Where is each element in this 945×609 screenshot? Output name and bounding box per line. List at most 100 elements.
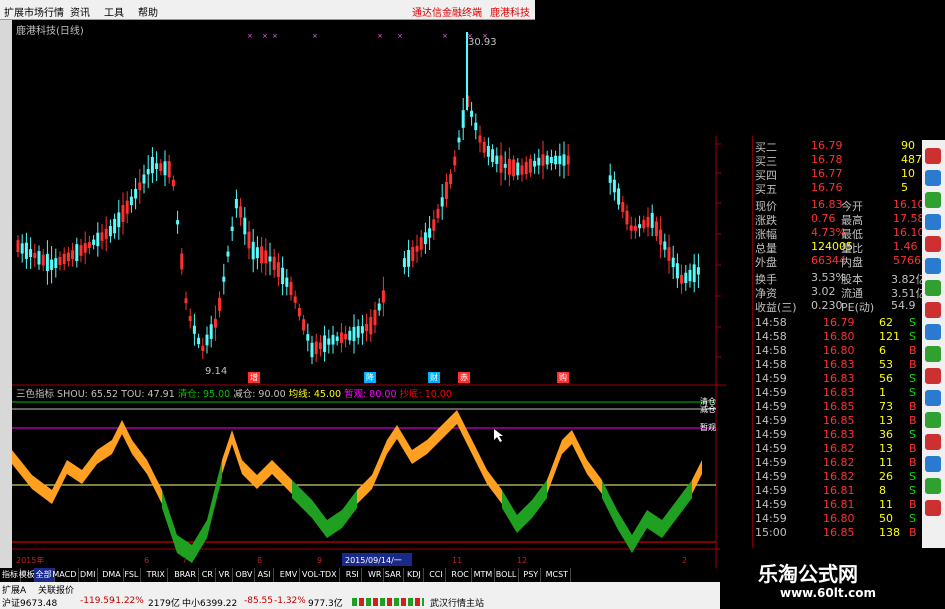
indicator-tab[interactable]: VOL-TDX [300,568,340,582]
indicator-tab[interactable]: DMA [100,568,124,582]
menu-news[interactable]: 资讯 [70,4,90,19]
candlestick [138,182,142,191]
indicator-value: 均线: 45.00 [285,389,342,400]
toolbar-button[interactable] [925,346,941,362]
candlestick [461,110,465,128]
trading-window: 扩展市场行情 资讯 工具 帮助 通达信金融终端 鹿港科技 鹿港科技(日线) 24… [0,0,945,609]
toolbar-button[interactable] [925,170,941,186]
indicator-band [532,480,547,518]
candlestick [188,316,192,321]
toolbar-button[interactable] [925,456,941,472]
event-marker[interactable]: 增 [248,372,260,383]
indicator-tab[interactable]: OBV [233,568,256,582]
candlestick [507,158,511,175]
indicator-tab[interactable]: WR [366,568,385,582]
sh-change: -119.59 [80,596,115,606]
candlestick [100,232,104,241]
stat-row: 涨幅 4.73% 最低 16.10 [753,225,925,241]
candlestick [83,243,87,253]
indicator-tab[interactable]: MACD [50,568,80,582]
candlestick [440,197,444,207]
candlestick [230,226,234,232]
indicator-band [442,410,457,439]
toolbar-button[interactable] [925,280,941,296]
indicator-tab[interactable]: RSI [344,568,362,582]
indicator-tab[interactable]: TRIX [145,568,168,582]
indicator-tab[interactable]: CCI [427,568,446,582]
indicator-band [677,480,692,518]
indicator-tab[interactable]: SAR [383,568,405,582]
candlestick [444,181,448,199]
indicator-band [632,510,647,553]
indicator-tab[interactable]: EMV [278,568,301,582]
indicator-band [162,490,177,553]
indicator-tab[interactable]: DMI [78,568,99,582]
indicator-tab[interactable]: VR [217,568,233,582]
quote-cell: B [909,442,917,455]
toolbar-button[interactable] [925,390,941,406]
toolbar-button[interactable] [925,148,941,164]
indicator-tab[interactable]: FSL [122,568,142,582]
kline-chart[interactable]: 24.0022.0020.0018.0016.0014.0012.0010.00… [12,20,726,568]
menu-market[interactable]: 扩展市场行情 [4,4,64,19]
quote-cell: 16.81 [823,498,855,511]
indicator-name: 三色指标 [16,389,55,400]
indicator-tab[interactable]: BRAR [172,568,199,582]
left-toolbar[interactable] [0,20,12,568]
toolbar-button[interactable] [925,412,941,428]
candlestick [541,154,545,166]
event-marker[interactable]: 财 [428,372,440,383]
toolbar-button[interactable] [925,324,941,340]
event-marker[interactable]: 降 [364,372,376,383]
chart-area[interactable]: 鹿港科技(日线) 24.0022.0020.0018.0016.0014.001… [12,20,726,568]
toolbar-button[interactable] [925,236,941,252]
indicator-band [517,500,532,533]
bottom-tab[interactable]: 扩展A [2,583,26,596]
indicator-tab[interactable]: PSY [521,568,542,582]
indicator-band [387,425,397,454]
date-label: 2 [682,556,687,565]
indicator-tab[interactable]: ROC [449,568,472,582]
indicator-band [222,430,232,474]
event-marker[interactable]: 赤 [458,372,470,383]
candlestick [482,141,486,153]
candlestick [272,256,276,270]
candlestick [667,247,671,261]
toolbar-button[interactable] [925,500,941,516]
candlestick [281,267,285,285]
toolbar-button[interactable] [925,302,941,318]
indicator-tab[interactable]: MCST [544,568,572,582]
menu-tools[interactable]: 工具 [104,4,124,19]
right-toolbar[interactable] [922,140,945,548]
candlestick [184,298,188,304]
quote-cell: 16.82 [823,456,855,469]
indicator-tab[interactable]: BOLL [494,568,520,582]
toolbar-button[interactable] [925,368,941,384]
ad-link[interactable]: 通达信金融终端 [412,4,482,19]
toolbar-button[interactable] [925,434,941,450]
indicator-band [412,440,427,464]
indicator-tab[interactable]: KDJ [405,568,424,582]
bottom-tab[interactable]: 关联报价 [38,583,74,596]
toolbar-button[interactable] [925,478,941,494]
quote-cell: S [909,330,916,343]
event-marker[interactable]: 购 [557,372,569,383]
toolbar-button[interactable] [925,258,941,274]
quote-cell: 16.78 [811,153,843,166]
indicator-band [12,450,32,489]
candlestick [348,330,352,341]
indicator-tab[interactable]: CR [200,568,216,582]
date-cursor-label: 2015/09/14/一 [345,556,402,565]
date-label: 11 [452,556,462,565]
quote-cell: S [909,428,916,441]
quote-cell: PE(动) [841,301,875,314]
toolbar-button[interactable] [925,192,941,208]
indicator-tab[interactable]: MTM [472,568,496,582]
indicator-tab[interactable]: ASI [256,568,274,582]
quote-cell: S [909,372,916,385]
indicator-band [112,420,122,454]
candlestick [192,325,196,334]
indicator-band [67,460,82,484]
menu-help[interactable]: 帮助 [138,4,158,19]
toolbar-button[interactable] [925,214,941,230]
